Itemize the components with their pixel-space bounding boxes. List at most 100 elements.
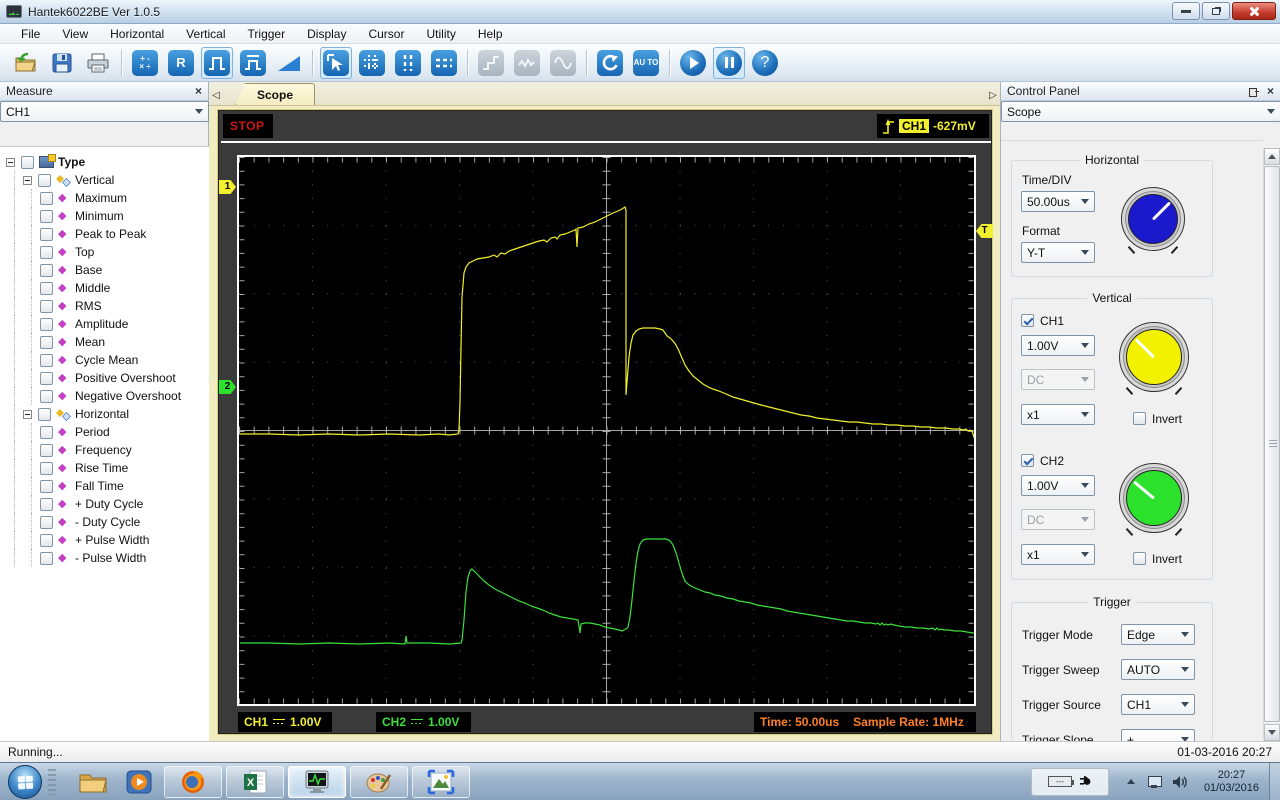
measure-item-cycle-mean[interactable]: ◆ Cycle Mean <box>0 351 209 369</box>
speaker-icon[interactable] <box>1172 775 1187 789</box>
horizontal-cursor-button[interactable] <box>428 47 460 79</box>
taskbar-paint-button[interactable] <box>350 765 408 798</box>
print-button[interactable] <box>82 47 114 79</box>
timebase-knob[interactable] <box>1121 187 1185 251</box>
ch1-position-marker[interactable]: 1 <box>219 180 236 194</box>
menu-item-cursor[interactable]: Cursor <box>357 25 415 43</box>
trigger-mode-select[interactable]: Edge <box>1121 624 1195 645</box>
item-checkbox[interactable] <box>40 443 53 457</box>
ch1-enable-checkbox[interactable] <box>1021 314 1034 327</box>
ch2-position-marker[interactable]: 2 <box>219 380 236 394</box>
item-checkbox[interactable] <box>40 389 53 403</box>
horizontal-checkbox[interactable] <box>38 407 51 421</box>
item-checkbox[interactable] <box>40 227 53 241</box>
ch1-probe-select[interactable]: x1 <box>1021 404 1095 425</box>
ch2-probe-select[interactable]: x1 <box>1021 544 1095 565</box>
item-checkbox[interactable] <box>40 461 53 475</box>
item-checkbox[interactable] <box>40 479 53 493</box>
measure-item-rise-time[interactable]: ◆ Rise Time <box>0 459 209 477</box>
tree-expander[interactable] <box>23 175 32 185</box>
step-wave-button[interactable] <box>475 47 507 79</box>
measure-item-minimum[interactable]: ◆ Minimum <box>0 207 209 225</box>
ch2-gain-knob[interactable] <box>1119 463 1189 533</box>
tree-node-type[interactable]: Type <box>0 153 209 171</box>
item-checkbox[interactable] <box>40 299 53 313</box>
ramp-button[interactable] <box>273 47 305 79</box>
trigger-level-marker[interactable]: T <box>976 224 993 238</box>
item-checkbox[interactable] <box>40 353 53 367</box>
start-button[interactable] <box>677 47 709 79</box>
tree-expander[interactable] <box>6 157 15 167</box>
item-checkbox[interactable] <box>40 515 53 529</box>
measure-item-frequency[interactable]: ◆ Frequency <box>0 441 209 459</box>
item-checkbox[interactable] <box>40 191 53 205</box>
vertical-cursor-button[interactable] <box>392 47 424 79</box>
trigger-sweep-select[interactable]: AUTO <box>1121 659 1195 680</box>
item-checkbox[interactable] <box>40 371 53 385</box>
close-button[interactable] <box>1232 2 1276 20</box>
grid-cursor-button[interactable] <box>356 47 388 79</box>
menu-item-utility[interactable]: Utility <box>415 25 466 43</box>
menu-item-vertical[interactable]: Vertical <box>175 25 236 43</box>
taskbar-firefox-button[interactable] <box>164 765 222 798</box>
menu-item-horizontal[interactable]: Horizontal <box>99 25 175 43</box>
control-panel-scrollbar[interactable] <box>1263 148 1280 741</box>
taskbar-media-player-button[interactable] <box>122 767 156 797</box>
ch2-invert-checkbox[interactable] <box>1133 552 1146 565</box>
item-checkbox[interactable] <box>40 497 53 511</box>
control-panel-close-icon[interactable]: × <box>1267 85 1274 97</box>
tree-expander[interactable] <box>23 409 32 419</box>
panel-mode-select[interactable]: Scope <box>1001 101 1280 122</box>
ch1-volts-select[interactable]: 1.00V <box>1021 335 1095 356</box>
scroll-down-arrow[interactable] <box>1264 724 1280 741</box>
cursor-select-button[interactable] <box>320 46 352 79</box>
menu-item-file[interactable]: File <box>10 25 51 43</box>
measure-item-base[interactable]: ◆ Base <box>0 261 209 279</box>
pause-button[interactable] <box>713 46 745 79</box>
menu-item-view[interactable]: View <box>51 25 99 43</box>
item-checkbox[interactable] <box>40 263 53 277</box>
ch1-invert-checkbox[interactable] <box>1133 412 1146 425</box>
taskbar-clock[interactable]: 20:27 01/03/2016 <box>1204 769 1259 795</box>
item-checkbox[interactable] <box>40 533 53 547</box>
measure-item-peak-to-peak[interactable]: ◆ Peak to Peak <box>0 225 209 243</box>
measure-item-pos-duty-cycle[interactable]: ◆ + Duty Cycle <box>0 495 209 513</box>
minimize-button[interactable] <box>1172 2 1200 20</box>
math-button[interactable]: + - × ÷ <box>129 47 161 79</box>
battery-meter-button[interactable]: --- <box>1030 767 1109 796</box>
taskbar-hantek-button[interactable] <box>288 765 346 798</box>
sine-wave-button[interactable] <box>547 47 579 79</box>
measure-item-mean[interactable]: ◆ Mean <box>0 333 209 351</box>
tab-scope[interactable]: Scope <box>235 83 315 105</box>
auto-set-button[interactable]: AU TO <box>630 47 662 79</box>
scrollbar-thumb[interactable] <box>1264 166 1280 722</box>
pulse-top-button[interactable] <box>237 47 269 79</box>
measure-channel-select[interactable]: CH1 <box>0 101 209 122</box>
item-checkbox[interactable] <box>40 335 53 349</box>
item-checkbox[interactable] <box>40 281 53 295</box>
menu-item-help[interactable]: Help <box>467 25 514 43</box>
item-checkbox[interactable] <box>40 317 53 331</box>
pin-icon[interactable] <box>1248 86 1259 97</box>
item-checkbox[interactable] <box>40 425 53 439</box>
measure-close-icon[interactable]: × <box>195 85 202 97</box>
item-checkbox[interactable] <box>40 209 53 223</box>
ch2-volts-select[interactable]: 1.00V <box>1021 475 1095 496</box>
measure-item-negative-overshoot[interactable]: ◆ Negative Overshoot <box>0 387 209 405</box>
type-checkbox[interactable] <box>21 155 34 169</box>
measure-item-rms[interactable]: ◆ RMS <box>0 297 209 315</box>
measure-item-middle[interactable]: ◆ Middle <box>0 279 209 297</box>
network-icon[interactable] <box>1147 775 1162 788</box>
vertical-checkbox[interactable] <box>38 173 51 187</box>
time-div-select[interactable]: 50.00us <box>1021 191 1095 212</box>
measure-item-top[interactable]: ◆ Top <box>0 243 209 261</box>
measure-item-positive-overshoot[interactable]: ◆ Positive Overshoot <box>0 369 209 387</box>
taskbar-snipping-button[interactable] <box>412 765 470 798</box>
taskbar-explorer-button[interactable] <box>76 767 110 797</box>
noise-wave-button[interactable] <box>511 47 543 79</box>
taskbar-excel-button[interactable]: X <box>226 765 284 798</box>
format-select[interactable]: Y-T <box>1021 242 1095 263</box>
show-desktop-button[interactable] <box>1269 762 1280 800</box>
start-button[interactable] <box>8 764 42 799</box>
ch2-enable-checkbox[interactable] <box>1021 454 1034 467</box>
